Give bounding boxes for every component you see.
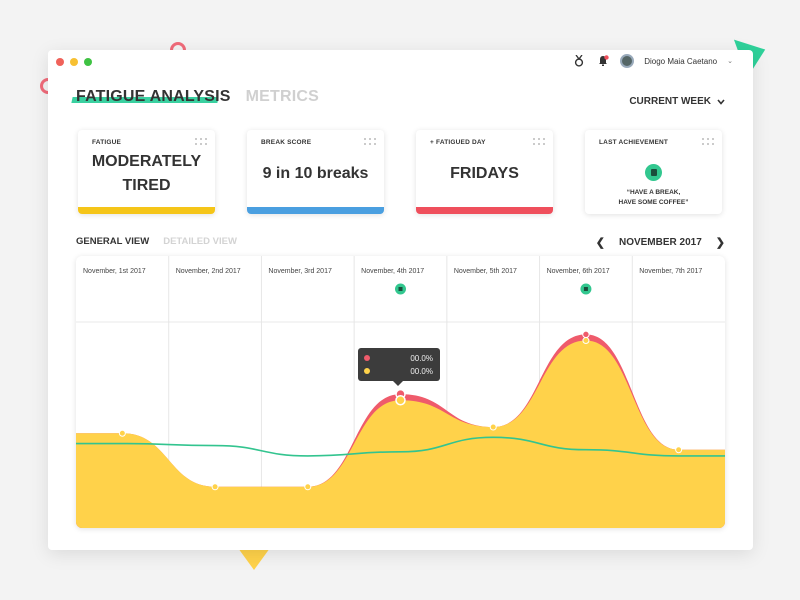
card-color-bar [247, 207, 384, 214]
chart-svg: November, 1st 2017 November, 2nd 2017 Nove… [76, 256, 725, 528]
card-value: MODERATELY TIRED [91, 153, 202, 194]
tooltip-value-red: 00.0% [410, 353, 433, 363]
selected-point-yellow [395, 395, 406, 406]
chevron-down-icon[interactable]: ⌄ [727, 57, 733, 65]
chevron-down-icon [717, 98, 725, 105]
app-window: Diogo Maia Caetano ⌄ FATIGUE ANALYSIS ME… [48, 50, 753, 550]
tab-detailed-view[interactable]: DETAILED VIEW [163, 236, 237, 247]
legend-dot-red [364, 355, 370, 361]
tooltip-row-yellow: 00.0% [364, 365, 433, 377]
day-label: November, 3rd 2017 [268, 268, 332, 275]
card-label: BREAK SCORE [261, 139, 312, 146]
avatar[interactable] [620, 54, 635, 68]
data-point-yellow [675, 446, 683, 454]
data-point-yellow [118, 429, 126, 437]
card-label: + FATIGUED DAY [430, 139, 486, 146]
data-point-yellow [489, 423, 497, 431]
day-label: November, 7th 2017 [639, 268, 702, 275]
card-last-achievement: LAST ACHIEVEMENT “HAVE A BREAK, HAVE SOM… [585, 130, 722, 214]
card-value: 9 in 10 breaks [262, 165, 369, 182]
chart-tooltip: 00.0% 00.0% [358, 348, 440, 386]
card-fatigued-day: + FATIGUED DAY FRIDAYS [416, 130, 553, 214]
window-controls [56, 58, 92, 66]
week-select[interactable]: CURRENT WEEK [629, 96, 725, 107]
week-select-label: CURRENT WEEK [629, 96, 711, 107]
coffee-icon-cup [583, 287, 588, 291]
tab-fatigue-analysis[interactable]: FATIGUE ANALYSIS [76, 88, 231, 105]
card-fatigue: FATIGUE MODERATELY TIRED [78, 130, 215, 214]
month-nav: ❮ NOVEMBER 2017 ❯ [596, 236, 725, 249]
month-label: NOVEMBER 2017 [618, 237, 702, 248]
decor-triangle-yellow [238, 548, 270, 570]
tooltip-value-yellow: 00.0% [410, 366, 433, 376]
legend-dot-yellow [364, 368, 370, 374]
drag-handle-icon[interactable] [364, 138, 376, 146]
chevron-right-icon[interactable]: ❯ [716, 236, 725, 249]
card-break-score: BREAK SCORE 9 in 10 breaks [247, 130, 384, 214]
drag-handle-icon[interactable] [195, 138, 207, 146]
data-point-red [582, 330, 590, 339]
data-point-yellow [304, 483, 312, 491]
card-color-bar [78, 207, 215, 214]
medal-icon[interactable] [572, 54, 586, 68]
chevron-left-icon[interactable]: ❮ [596, 236, 605, 249]
day-label: November, 1st 2017 [83, 268, 146, 275]
drag-handle-icon[interactable] [533, 138, 545, 146]
close-window-dot[interactable] [56, 58, 64, 66]
tab-general-view[interactable]: GENERAL VIEW [76, 236, 149, 247]
user-bar: Diogo Maia Caetano ⌄ [572, 54, 733, 68]
minimize-window-dot[interactable] [70, 58, 78, 66]
day-label: November, 6th 2017 [547, 268, 610, 275]
username[interactable]: Diogo Maia Caetano [644, 57, 717, 66]
tab-metrics[interactable]: METRICS [246, 88, 319, 106]
card-color-bar [416, 207, 553, 214]
card-label: LAST ACHIEVEMENT [599, 139, 669, 146]
day-label: November, 4th 2017 [361, 268, 424, 275]
fatigue-chart: November, 1st 2017 November, 2nd 2017 Nove… [76, 256, 725, 528]
view-tabs: GENERAL VIEW DETAILED VIEW [76, 236, 237, 247]
main-tabs: FATIGUE ANALYSIS METRICS [76, 88, 319, 106]
day-label: November, 2nd 2017 [176, 268, 241, 275]
card-value: FRIDAYS [450, 165, 519, 182]
maximize-window-dot[interactable] [84, 58, 92, 66]
drag-handle-icon[interactable] [702, 138, 714, 146]
tooltip-row-red: 00.0% [364, 352, 433, 364]
achievement-quote: “HAVE A BREAK, HAVE SOME COFFEE” [618, 189, 689, 206]
coffee-icon [645, 164, 662, 181]
coffee-icon-cup [398, 287, 403, 291]
data-point-yellow [211, 483, 219, 491]
data-point-yellow [582, 337, 590, 345]
day-label: November, 5th 2017 [454, 268, 517, 275]
bell-icon[interactable] [596, 54, 610, 68]
card-label: FATIGUE [92, 139, 122, 146]
